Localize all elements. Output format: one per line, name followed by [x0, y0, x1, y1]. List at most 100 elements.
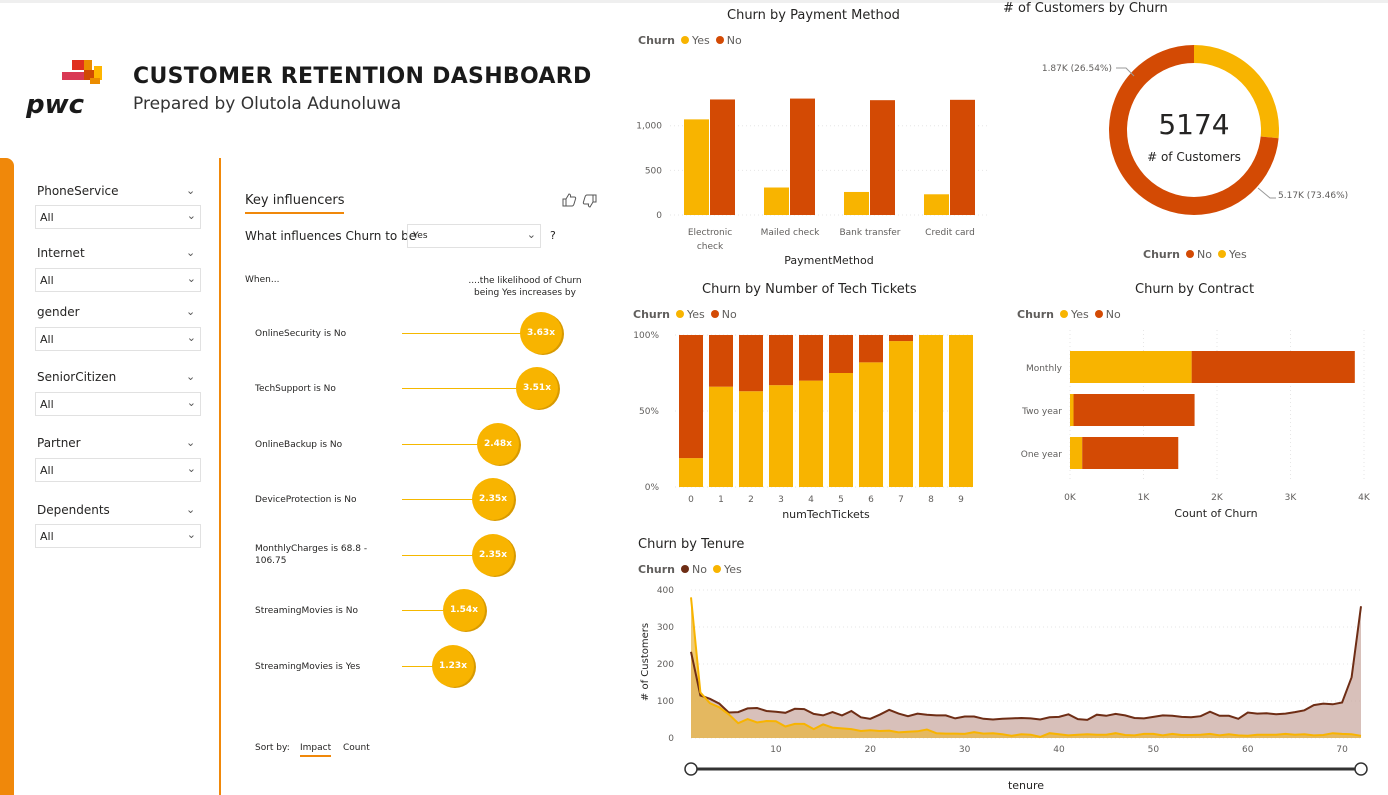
- help-icon[interactable]: ?: [550, 229, 556, 242]
- legend-item-no[interactable]: No: [1106, 308, 1121, 321]
- bar-no[interactable]: [799, 335, 823, 381]
- influencer-label[interactable]: OnlineBackup is No: [255, 439, 385, 451]
- legend-item-yes[interactable]: Yes: [687, 308, 705, 321]
- chart-customers-donut: 5174 # of Customers 1.87K (26.54%) 5.17K (7…: [1042, 45, 1348, 215]
- influencer-bubble[interactable]: 3.63x: [520, 312, 562, 354]
- influencer-label[interactable]: TechSupport is No: [255, 383, 385, 395]
- legend-payment: Churn Yes No: [638, 34, 742, 47]
- bar-no[interactable]: [859, 335, 883, 363]
- pwc-logo: pwc: [24, 58, 104, 120]
- range-slider-handle-min[interactable]: [684, 762, 698, 776]
- influencer-bubble[interactable]: 2.48x: [477, 423, 519, 465]
- bar-yes[interactable]: [844, 191, 869, 215]
- bar-no[interactable]: [790, 98, 815, 215]
- filter-label-partner: Partner: [37, 436, 81, 450]
- filter-label-phoneservice: PhoneService: [37, 184, 119, 198]
- influencer-label[interactable]: StreamingMovies is Yes: [255, 661, 385, 673]
- chevron-down-icon[interactable]: ⌄: [186, 305, 195, 318]
- bar-yes[interactable]: [769, 385, 793, 487]
- legend-dot-no: [1094, 310, 1103, 318]
- filter-value: All: [40, 211, 54, 224]
- legend-item-no[interactable]: No: [722, 308, 737, 321]
- filter-value: All: [40, 530, 54, 543]
- sort-count-button[interactable]: Count: [343, 743, 370, 753]
- thumbs-down-icon[interactable]: [582, 193, 598, 213]
- bar-yes[interactable]: [739, 391, 763, 487]
- bar-yes[interactable]: [709, 386, 733, 487]
- legend-item-yes[interactable]: Yes: [724, 563, 742, 576]
- legend-item-no[interactable]: No: [692, 563, 707, 576]
- filter-dropdown-gender[interactable]: All ⌄: [35, 327, 201, 351]
- x-tick-label: 1K: [1138, 493, 1151, 503]
- filter-dropdown-dependents[interactable]: All ⌄: [35, 524, 201, 548]
- bar-yes[interactable]: [1070, 437, 1083, 469]
- bar-yes[interactable]: [1070, 394, 1074, 426]
- bar-no[interactable]: [1082, 437, 1179, 469]
- chevron-down-icon[interactable]: ⌄: [186, 246, 195, 259]
- bar-yes[interactable]: [1070, 351, 1192, 383]
- legend-dot-no: [715, 36, 724, 44]
- bar-no[interactable]: [950, 99, 975, 215]
- x-tick-label: 9: [958, 495, 964, 505]
- influencer-label[interactable]: MonthlyCharges is 68.8 - 106.75: [255, 543, 385, 567]
- bar-no[interactable]: [769, 335, 793, 386]
- churn-value-dropdown[interactable]: Yes ⌄: [407, 224, 541, 248]
- x-tick-label: Credit card: [925, 228, 975, 238]
- bar-no[interactable]: [710, 99, 735, 215]
- sort-impact-button[interactable]: Impact: [300, 743, 332, 757]
- chevron-down-icon[interactable]: ⌄: [186, 370, 195, 383]
- bar-yes[interactable]: [924, 194, 949, 215]
- x-tick-label: 7: [898, 495, 904, 505]
- filter-dropdown-phoneservice[interactable]: All ⌄: [35, 205, 201, 229]
- bar-yes[interactable]: [889, 341, 913, 487]
- bar-no[interactable]: [1073, 394, 1195, 426]
- x-tick-label: 40: [1053, 745, 1065, 755]
- bar-no[interactable]: [679, 335, 703, 459]
- influencer-label[interactable]: OnlineSecurity is No: [255, 328, 385, 340]
- legend-dot-yes: [676, 310, 684, 318]
- line-no[interactable]: [690, 606, 1362, 721]
- bar-yes[interactable]: [949, 335, 973, 487]
- tab-key-influencers[interactable]: Key influencers: [245, 193, 345, 214]
- influencer-bubble[interactable]: 1.54x: [443, 589, 485, 631]
- bar-yes[interactable]: [859, 362, 883, 487]
- bar-no[interactable]: [829, 335, 853, 373]
- bar-no[interactable]: [709, 335, 733, 387]
- bar-no[interactable]: [889, 335, 913, 342]
- bar-yes[interactable]: [764, 187, 789, 216]
- influencer-label[interactable]: StreamingMovies is No: [255, 605, 385, 617]
- y-tick-label: 0: [668, 734, 674, 744]
- influencer-line: [402, 610, 446, 611]
- chevron-down-icon[interactable]: ⌄: [186, 184, 195, 197]
- y-tick-label: 400: [657, 586, 674, 596]
- bar-no[interactable]: [870, 100, 895, 215]
- legend-item-no[interactable]: No: [1197, 248, 1212, 261]
- bar-no[interactable]: [739, 335, 763, 392]
- bar-yes[interactable]: [799, 380, 823, 487]
- influencer-bubble[interactable]: 2.35x: [472, 534, 514, 576]
- range-slider-handle-max[interactable]: [1354, 762, 1368, 776]
- chevron-down-icon[interactable]: ⌄: [186, 436, 195, 449]
- bar-yes[interactable]: [919, 335, 943, 487]
- bar-no[interactable]: [1191, 351, 1355, 383]
- bar-yes[interactable]: [679, 458, 703, 487]
- chevron-down-icon: ⌄: [186, 331, 196, 344]
- influencer-bubble[interactable]: 3.51x: [516, 367, 558, 409]
- legend-dot-yes: [1060, 310, 1068, 318]
- bar-yes[interactable]: [829, 373, 853, 487]
- influencer-bubble[interactable]: 2.35x: [472, 478, 514, 520]
- chart-contract: 0K 1K 2K 3K 4K Monthly Two year One year Count o…: [1021, 330, 1371, 520]
- thumbs-up-icon[interactable]: [561, 192, 577, 212]
- legend-item-no[interactable]: No: [727, 34, 742, 47]
- x-tick-label: 50: [1148, 745, 1160, 755]
- influencer-bubble[interactable]: 1.23x: [432, 645, 474, 687]
- legend-item-yes[interactable]: Yes: [1229, 248, 1247, 261]
- bar-yes[interactable]: [684, 119, 709, 215]
- influencer-label[interactable]: DeviceProtection is No: [255, 494, 385, 506]
- filter-dropdown-internet[interactable]: All ⌄: [35, 268, 201, 292]
- chevron-down-icon[interactable]: ⌄: [186, 503, 195, 516]
- filter-dropdown-seniorcitizen[interactable]: All ⌄: [35, 392, 201, 416]
- legend-item-yes[interactable]: Yes: [1071, 308, 1089, 321]
- legend-item-yes[interactable]: Yes: [692, 34, 710, 47]
- filter-dropdown-partner[interactable]: All ⌄: [35, 458, 201, 482]
